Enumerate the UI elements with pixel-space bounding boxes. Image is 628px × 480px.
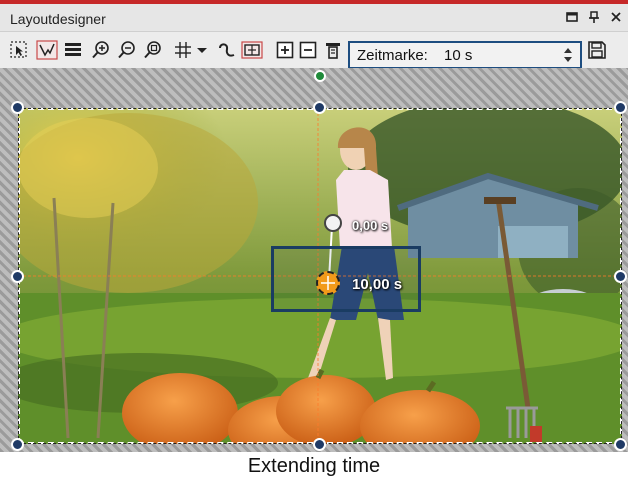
path-icon[interactable]: [217, 40, 237, 60]
window-title: Layoutdesigner: [10, 11, 106, 27]
time-marker-label: Zeitmarke:: [357, 47, 428, 64]
time-marker-field[interactable]: Zeitmarke: 10 s: [348, 41, 582, 69]
resize-handle-left[interactable]: [11, 270, 24, 283]
add-keyframe-icon[interactable]: [275, 40, 295, 60]
zoom-out-icon[interactable]: [116, 40, 138, 60]
resize-handle-top-right[interactable]: [614, 101, 627, 114]
resize-handle-top[interactable]: [313, 101, 326, 114]
save-icon[interactable]: [586, 40, 608, 60]
crosshair-icon: [321, 276, 335, 290]
time-spinner-icon[interactable]: [562, 46, 574, 64]
grid-icon[interactable]: [172, 40, 194, 60]
resize-handle-bottom[interactable]: [313, 438, 326, 451]
title-bar: Layoutdesigner: [0, 4, 628, 32]
resize-handle-bottom-right[interactable]: [614, 438, 627, 451]
select-tool-icon[interactable]: [8, 40, 30, 60]
keyframe-label-start: 0,00 s: [352, 218, 389, 233]
resize-handle-right[interactable]: [614, 270, 627, 283]
resize-handle-top-left[interactable]: [11, 101, 24, 114]
keyframe-marker-start[interactable]: [324, 214, 342, 232]
zoom-fit-icon[interactable]: [142, 40, 164, 60]
zoom-in-icon[interactable]: [90, 40, 112, 60]
pin-icon[interactable]: [586, 10, 602, 26]
window-restore-icon[interactable]: [564, 10, 580, 26]
keyframe-label-end: 10,00 s: [352, 276, 403, 293]
caption: Extending time: [247, 455, 381, 477]
remove-keyframe-icon[interactable]: [298, 40, 318, 60]
time-marker-input[interactable]: 10 s: [444, 47, 472, 64]
layout-canvas[interactable]: 0,00 s 10,00 s: [0, 68, 628, 452]
layers-icon[interactable]: [62, 40, 84, 60]
keyframe-marker-end[interactable]: [316, 271, 340, 295]
properties-icon[interactable]: [324, 40, 342, 60]
close-icon[interactable]: [608, 10, 624, 26]
resize-handle-bottom-left[interactable]: [11, 438, 24, 451]
rotate-handle[interactable]: [314, 70, 326, 82]
keyframe-icon[interactable]: [240, 40, 264, 60]
dropdown-arrow-icon[interactable]: [195, 40, 209, 60]
curve-tool-icon[interactable]: [35, 40, 59, 60]
